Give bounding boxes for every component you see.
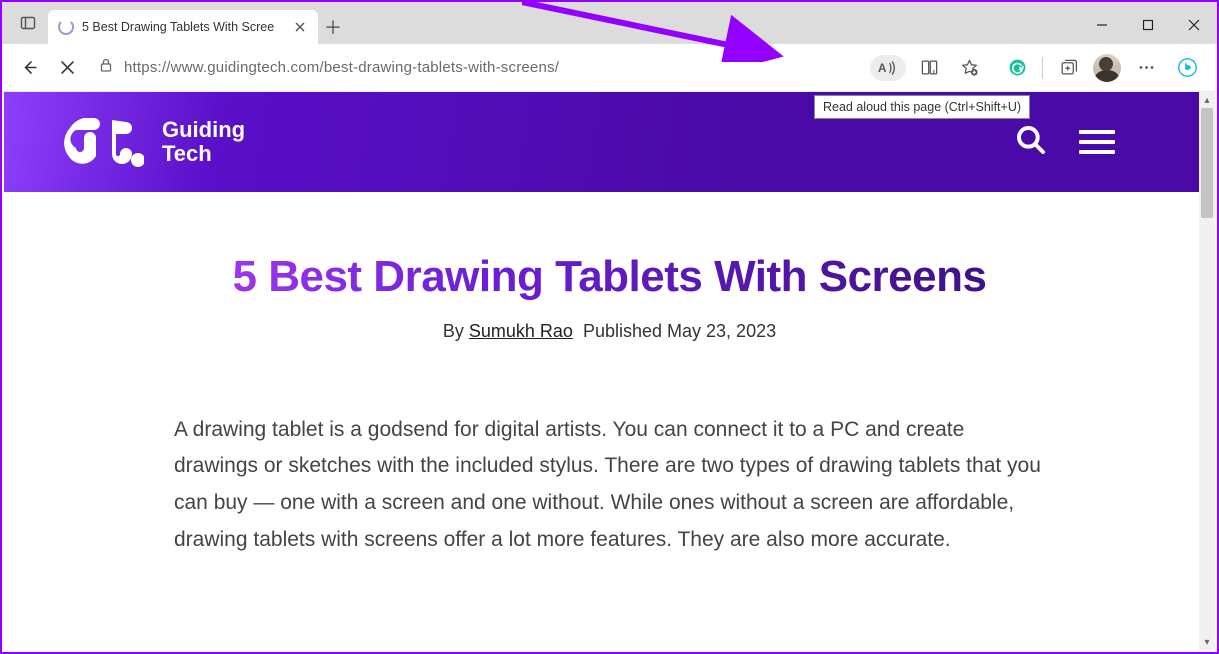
scroll-down-icon[interactable]: ▾ xyxy=(1199,634,1215,650)
logo-text: Guiding Tech xyxy=(162,118,245,166)
url-text: https://www.guidingtech.com/best-drawing… xyxy=(124,59,559,76)
site-header: Guiding Tech xyxy=(4,92,1215,192)
article-byline: By Sumukh Rao Published May 23, 2023 xyxy=(174,321,1045,342)
browser-tab-active[interactable]: 5 Best Drawing Tablets With Scree xyxy=(48,10,318,44)
logo-mark-icon xyxy=(64,114,144,170)
favorites-button[interactable] xyxy=(952,51,986,85)
svg-text:A: A xyxy=(878,62,887,75)
stop-button[interactable] xyxy=(50,51,84,85)
author-link[interactable]: Sumukh Rao xyxy=(469,321,573,341)
settings-more-button[interactable] xyxy=(1129,51,1163,85)
window-titlebar: 5 Best Drawing Tablets With Scree ＋ xyxy=(2,2,1217,44)
site-search-button[interactable] xyxy=(1015,124,1047,161)
site-menu-button[interactable] xyxy=(1079,124,1115,160)
window-minimize-button[interactable] xyxy=(1079,6,1125,44)
tab-strip: 5 Best Drawing Tablets With Scree ＋ xyxy=(2,2,348,44)
back-button[interactable] xyxy=(12,51,46,85)
bing-chat-button[interactable] xyxy=(1167,51,1207,85)
window-close-button[interactable] xyxy=(1171,6,1217,44)
new-tab-button[interactable]: ＋ xyxy=(318,10,348,44)
article-title: 5 Best Drawing Tablets With Screens xyxy=(174,252,1045,303)
tab-favicon-loading-icon xyxy=(58,19,74,35)
profile-button[interactable] xyxy=(1089,51,1125,85)
tab-actions-button[interactable] xyxy=(8,2,48,44)
article: 5 Best Drawing Tablets With Screens By S… xyxy=(4,192,1215,559)
site-info-lock-icon[interactable] xyxy=(98,57,114,78)
read-aloud-button[interactable]: A xyxy=(870,55,906,81)
address-bar[interactable]: https://www.guidingtech.com/best-drawing… xyxy=(88,51,996,85)
toolbar-divider xyxy=(1042,57,1043,79)
grammarly-extension-icon[interactable] xyxy=(1000,51,1034,85)
immersive-reader-button[interactable] xyxy=(912,51,946,85)
scroll-up-icon[interactable]: ▴ xyxy=(1199,92,1215,108)
publish-date: May 23, 2023 xyxy=(667,321,776,341)
read-aloud-tooltip: Read aloud this page (Ctrl+Shift+U) xyxy=(814,95,1030,119)
browser-toolbar: https://www.guidingtech.com/best-drawing… xyxy=(2,44,1217,92)
profile-avatar-icon xyxy=(1093,54,1121,82)
tab-close-button[interactable] xyxy=(292,19,308,35)
collections-button[interactable] xyxy=(1051,51,1085,85)
window-maximize-button[interactable] xyxy=(1125,6,1171,44)
tab-title: 5 Best Drawing Tablets With Scree xyxy=(82,20,274,34)
scrollbar-thumb[interactable] xyxy=(1201,108,1213,218)
tooltip-text: Read aloud this page (Ctrl+Shift+U) xyxy=(823,100,1021,114)
article-paragraph: A drawing tablet is a godsend for digita… xyxy=(174,412,1045,559)
page-viewport: Guiding Tech 5 Best Drawing Tablets With… xyxy=(4,92,1215,650)
vertical-scrollbar[interactable]: ▴ ▾ xyxy=(1199,92,1215,650)
window-controls xyxy=(1079,6,1217,44)
site-logo[interactable]: Guiding Tech xyxy=(64,114,245,170)
